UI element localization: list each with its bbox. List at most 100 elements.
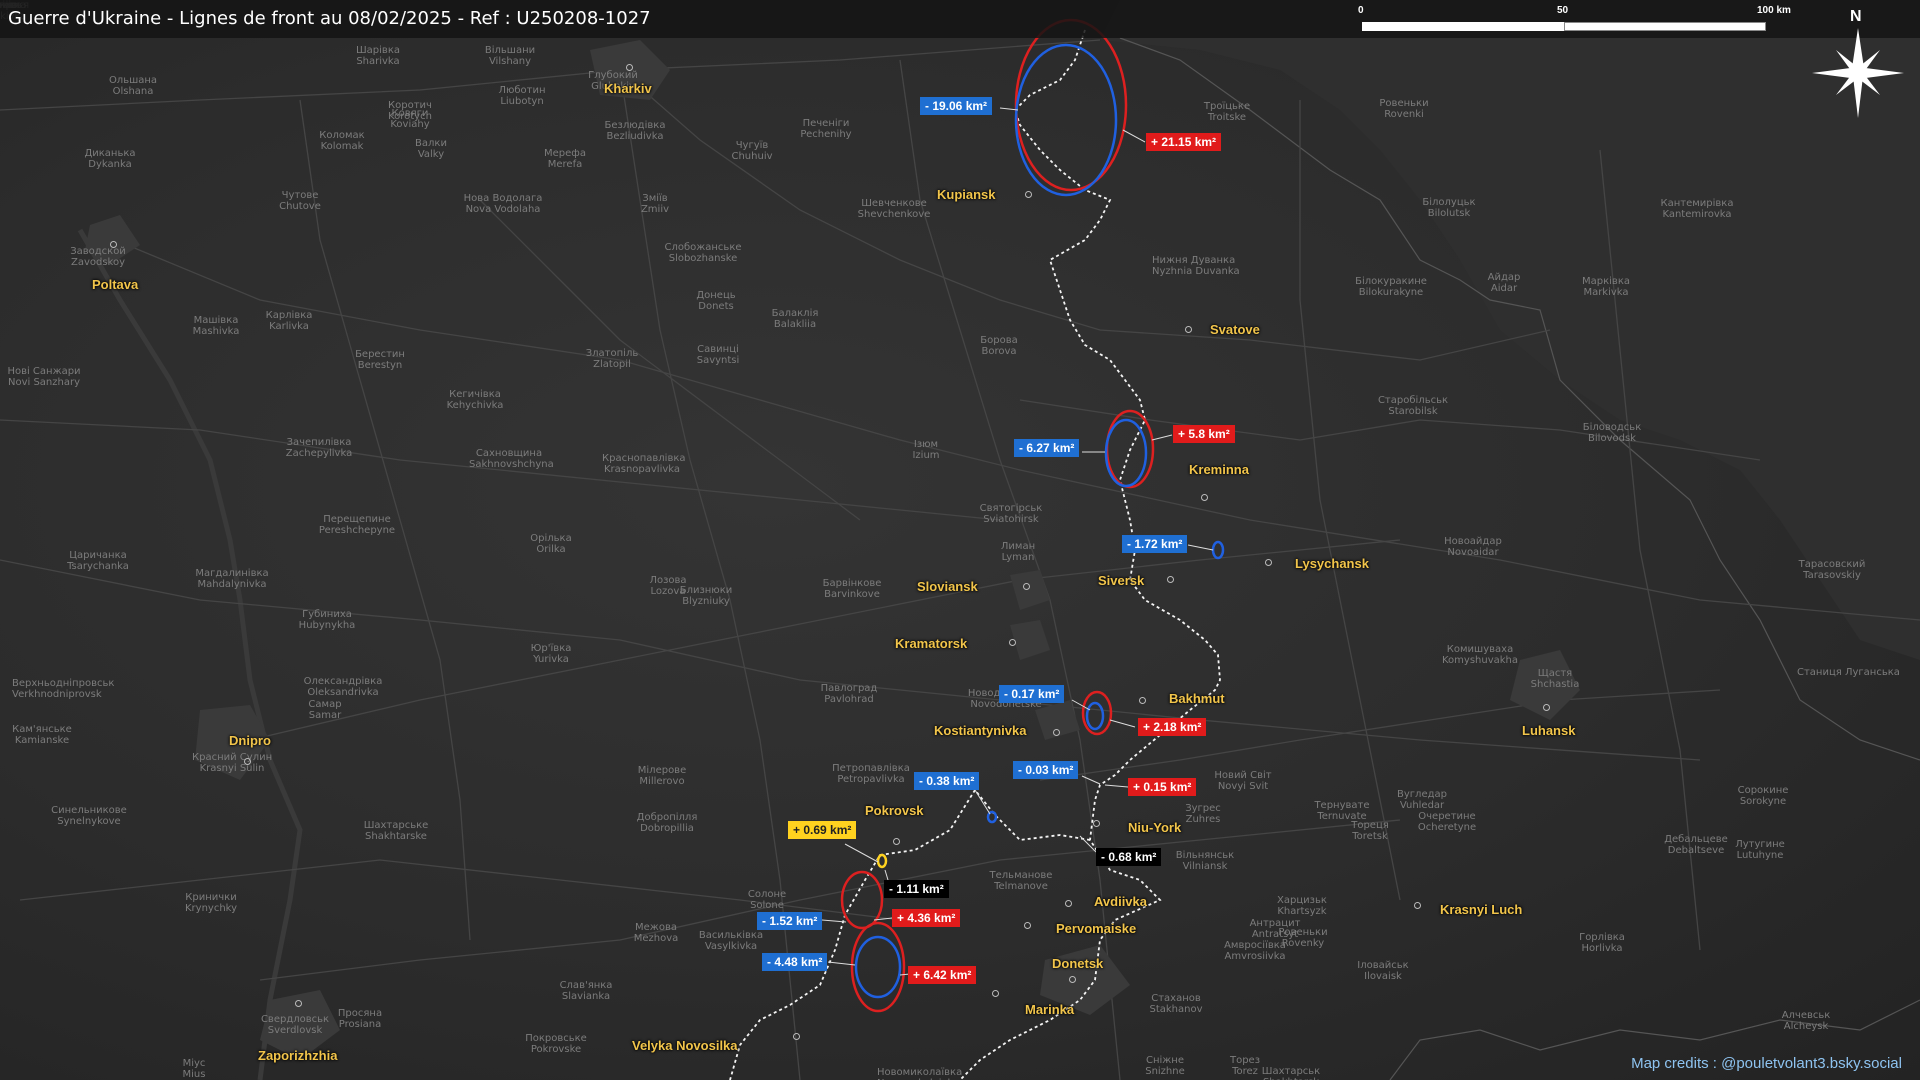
- place-name: Люботин Liubotyn: [498, 85, 546, 107]
- place-name: Харцизьк Khartsyzk: [1277, 895, 1327, 917]
- place-name: Тарасовский Tarasovskiy: [1798, 559, 1866, 581]
- city-label-svatove[interactable]: Svatove: [1210, 322, 1260, 337]
- place-name: Печеніги Pechenihy: [800, 118, 852, 140]
- city-marker[interactable]: [1543, 704, 1550, 711]
- city-label-zaporizhzhia[interactable]: Zaporizhzhia: [258, 1048, 337, 1063]
- place-name: Донець Donets: [696, 290, 736, 312]
- area-loss-tag[interactable]: - 6.27 km²: [1014, 439, 1080, 457]
- city-marker[interactable]: [1093, 820, 1100, 827]
- place-name: Васильківка Vasylkivka: [698, 930, 764, 952]
- city-marker[interactable]: [244, 758, 251, 765]
- city-label-kramatorsk[interactable]: Kramatorsk: [895, 636, 967, 651]
- city-marker[interactable]: [1185, 326, 1192, 333]
- map-credits[interactable]: Map credits : @pouletvolant3.bsky.social: [1631, 1055, 1902, 1072]
- city-marker[interactable]: [1009, 639, 1016, 646]
- place-name: Савинці Savyntsi: [696, 344, 740, 366]
- map-title: Guerre d'Ukraine - Lignes de front au 08…: [8, 8, 651, 29]
- map-canvas[interactable]: Ольшана Olshana Шарівка Sharivka Вільшани …: [0, 0, 1920, 1080]
- place-name: Межова Mezhova: [633, 922, 679, 944]
- place-name: Вільнянськ Vilniansk: [1175, 850, 1235, 872]
- area-loss-tag[interactable]: - 0.03 km²: [1013, 761, 1079, 779]
- city-label-avdiivka[interactable]: Avdiivka: [1094, 894, 1147, 909]
- place-name: Амвросіївка Amvrosiivka: [1224, 940, 1286, 962]
- place-name: Олександрівка Oleksandrivka: [303, 676, 383, 698]
- city-label-siversk[interactable]: Siversk: [1098, 573, 1144, 588]
- city-label-krasnyi-luch[interactable]: Krasnyi Luch: [1440, 902, 1522, 917]
- place-name: Тернуватe Ternuvate: [1314, 800, 1370, 822]
- area-gain-tag[interactable]: + 0.15 km²: [1128, 778, 1197, 796]
- city-label-kharkiv[interactable]: Kharkiv: [604, 81, 652, 96]
- city-marker[interactable]: [626, 64, 633, 71]
- area-loss-tag[interactable]: - 19.06 km²: [920, 97, 993, 115]
- city-marker[interactable]: [295, 1000, 302, 1007]
- place-name: Комишуваха Komyshuvakha: [1441, 644, 1519, 666]
- north-label: N: [1850, 8, 1862, 25]
- place-name: Святогірськ Sviatohirsk: [979, 503, 1043, 525]
- area-change-tag[interactable]: + 0.69 km²: [788, 821, 857, 839]
- place-name: Чугуїв Chuhuiv: [731, 140, 773, 162]
- city-marker[interactable]: [1053, 729, 1060, 736]
- place-name: Добропілля Dobropillia: [636, 812, 698, 834]
- city-marker[interactable]: [1414, 902, 1421, 909]
- place-name: Красний Сулин Krasnyi Sulin: [192, 752, 273, 774]
- place-name: Диканька Dykanka: [84, 148, 136, 170]
- place-name: Златопіль Zlatopil: [585, 348, 639, 370]
- area-loss-tag[interactable]: - 0.38 km²: [914, 772, 980, 790]
- place-name: Очеретине Ocheretyne: [1417, 811, 1477, 833]
- front-line-west: [729, 788, 1091, 1080]
- city-marker[interactable]: [893, 838, 900, 845]
- place-name: Старобільськ Starobilsk: [1377, 395, 1449, 417]
- place-name: Іловайськ Ilovaisk: [1357, 960, 1409, 982]
- city-label-pervomaiske[interactable]: Pervomaiske: [1056, 921, 1136, 936]
- city-label-kupiansk[interactable]: Kupiansk: [937, 187, 996, 202]
- area-gain-tag[interactable]: + 21.15 km²: [1146, 133, 1222, 151]
- scale-bar-segment: [1564, 22, 1766, 31]
- place-name: Чутове Chutove: [279, 190, 321, 212]
- area-loss-tag[interactable]: - 0.17 km²: [999, 685, 1065, 703]
- city-marker[interactable]: [1065, 900, 1072, 907]
- area-gain-tag[interactable]: + 4.36 km²: [892, 909, 961, 927]
- city-label-bakhmut[interactable]: Bakhmut: [1169, 691, 1225, 706]
- city-label-niu-york[interactable]: Niu-York: [1128, 820, 1181, 835]
- place-name: Білолуцьк Bilolutsk: [1422, 197, 1476, 219]
- city-marker[interactable]: [992, 990, 999, 997]
- city-marker[interactable]: [1024, 922, 1031, 929]
- place-name: Губиниха Hubynykha: [298, 609, 356, 631]
- city-label-marinka[interactable]: Marinka: [1025, 1002, 1074, 1017]
- city-label-sloviansk[interactable]: Sloviansk: [917, 579, 978, 594]
- city-label-kreminna[interactable]: Kreminna: [1189, 462, 1249, 477]
- area-gain-tag[interactable]: + 6.42 km²: [908, 966, 977, 984]
- city-marker[interactable]: [1023, 583, 1030, 590]
- city-label-velyka-novosilka[interactable]: Velyka Novosilka: [632, 1038, 738, 1053]
- city-marker[interactable]: [1069, 976, 1076, 983]
- area-gain-tag[interactable]: + 5.8 km²: [1173, 425, 1235, 443]
- place-name: Сахновщина Sakhnovshchyna: [469, 448, 554, 470]
- place-name: Шарівка Sharivka: [355, 45, 400, 67]
- city-marker[interactable]: [1167, 576, 1174, 583]
- city-label-pokrovsk[interactable]: Pokrovsk: [865, 803, 924, 818]
- city-label-poltava[interactable]: Poltava: [92, 277, 138, 292]
- city-label-lysychansk[interactable]: Lysychansk: [1295, 556, 1369, 571]
- city-marker[interactable]: [1025, 191, 1032, 198]
- city-marker[interactable]: [1265, 559, 1272, 566]
- city-label-kostiantynivka[interactable]: Kostiantynivka: [934, 723, 1026, 738]
- place-name: Щастя Shchastia: [1530, 668, 1580, 690]
- area-change-tag[interactable]: - 1.11 km²: [884, 880, 949, 898]
- area-loss-tag[interactable]: - 4.48 km²: [762, 953, 828, 971]
- city-marker[interactable]: [793, 1033, 800, 1040]
- city-label-donetsk[interactable]: Donetsk: [1052, 956, 1103, 971]
- city-marker[interactable]: [110, 241, 117, 248]
- city-label-luhansk[interactable]: Luhansk: [1522, 723, 1575, 738]
- area-loss-tag[interactable]: - 1.72 km²: [1122, 535, 1188, 553]
- scale-bar-segment: [1362, 22, 1564, 31]
- area-gain-tag[interactable]: + 2.18 km²: [1138, 718, 1207, 736]
- place-name: Близнюки Blyzniuky: [679, 585, 733, 607]
- place-name: Балаклія Balakliia: [771, 308, 819, 330]
- place-name: Краснопавлівка Krasnopavlivka: [602, 453, 686, 475]
- city-marker[interactable]: [1201, 494, 1208, 501]
- city-label-dnipro[interactable]: Dnipro: [229, 733, 271, 748]
- area-change-tag[interactable]: - 0.68 km²: [1096, 848, 1162, 866]
- city-marker[interactable]: [1139, 697, 1146, 704]
- area-loss-tag[interactable]: - 1.52 km²: [757, 912, 823, 930]
- place-name: Кам'янське Kamianske: [12, 724, 72, 746]
